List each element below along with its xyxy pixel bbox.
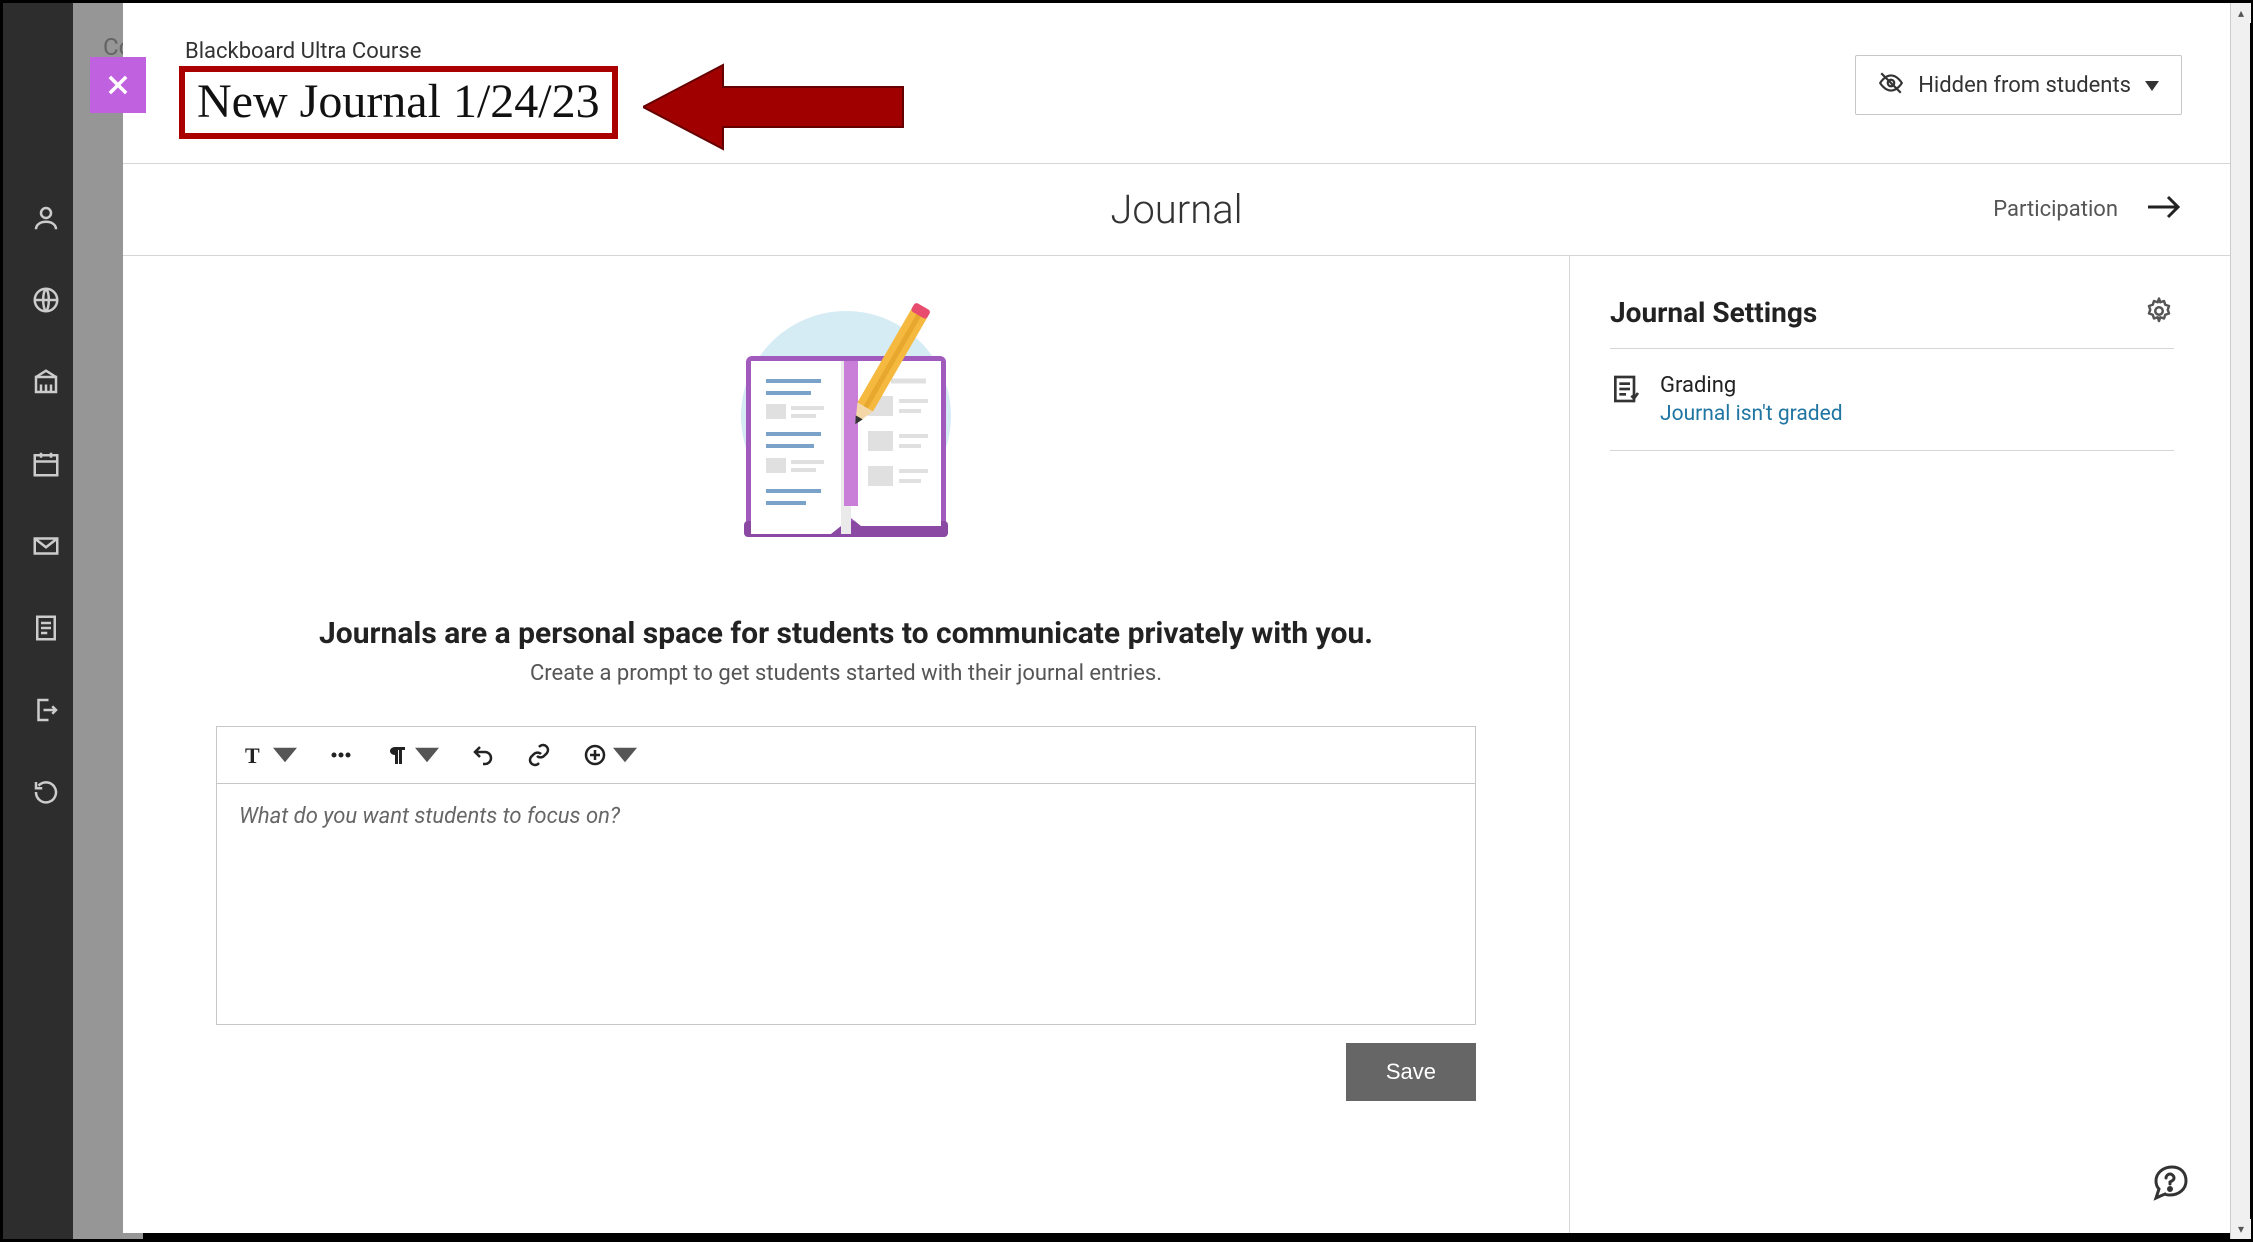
journal-title-input[interactable]: New Journal 1/24/23 — [179, 66, 618, 139]
settings-sidebar: Journal Settings Grading Journal isn't g… — [1570, 256, 2230, 1233]
nav-signout-icon — [31, 695, 61, 729]
rte-toolbar: T — [217, 727, 1475, 784]
chevron-down-icon — [2145, 76, 2159, 95]
journal-illustration — [696, 296, 996, 576]
scroll-down-icon[interactable]: ▾ — [2231, 1219, 2251, 1239]
save-button[interactable]: Save — [1346, 1043, 1476, 1101]
course-name: Blackboard Ultra Course — [185, 39, 618, 64]
settings-title: Journal Settings — [1610, 296, 1817, 329]
svg-text:T: T — [245, 743, 260, 767]
visibility-label: Hidden from students — [1918, 73, 2131, 98]
close-button[interactable] — [90, 57, 146, 113]
grading-label: Grading — [1660, 373, 1843, 398]
participation-link[interactable]: Participation — [1993, 197, 2118, 222]
journal-panel: Blackboard Ultra Course New Journal 1/24… — [123, 3, 2230, 1233]
close-icon — [104, 71, 132, 99]
sub-header: Journal Participation — [123, 164, 2230, 256]
paragraph-format-button[interactable] — [369, 735, 455, 775]
nav-calendar-icon — [31, 449, 61, 483]
scroll-up-icon[interactable]: ▴ — [2231, 3, 2251, 23]
text-style-button[interactable]: T — [227, 735, 313, 775]
undo-button[interactable] — [455, 735, 511, 775]
nav-institution-icon — [31, 367, 61, 401]
nav-refresh-icon — [31, 777, 61, 811]
eye-off-icon — [1878, 70, 1904, 100]
help-button[interactable] — [2150, 1163, 2190, 1203]
grading-icon — [1610, 373, 1642, 426]
nav-globe-icon — [31, 285, 61, 319]
grading-setting-item[interactable]: Grading Journal isn't graded — [1610, 349, 2174, 451]
main-subtext: Create a prompt to get students started … — [530, 661, 1162, 686]
nav-profile-icon — [31, 203, 61, 237]
main-headline: Journals are a personal space for studen… — [319, 616, 1373, 651]
settings-gear-button[interactable] — [2144, 296, 2174, 330]
window-scrollbar[interactable]: ▴ ▾ — [2230, 3, 2250, 1239]
nav-mail-icon — [31, 531, 61, 565]
main-column: Journals are a personal space for studen… — [123, 256, 1570, 1233]
rich-text-editor: T — [216, 726, 1476, 1025]
arrow-right-icon[interactable] — [2148, 194, 2182, 224]
nav-document-icon — [31, 613, 61, 647]
add-content-button[interactable] — [567, 735, 653, 775]
link-button[interactable] — [511, 735, 567, 775]
nav-icons-stack — [31, 203, 61, 811]
section-title: Journal — [1110, 186, 1242, 233]
visibility-dropdown[interactable]: Hidden from students — [1855, 55, 2182, 115]
panel-header: Blackboard Ultra Course New Journal 1/24… — [123, 3, 2230, 164]
grading-status-link[interactable]: Journal isn't graded — [1660, 402, 1843, 426]
rte-textarea[interactable]: What do you want students to focus on? — [217, 784, 1475, 1024]
more-options-button[interactable] — [313, 735, 369, 775]
